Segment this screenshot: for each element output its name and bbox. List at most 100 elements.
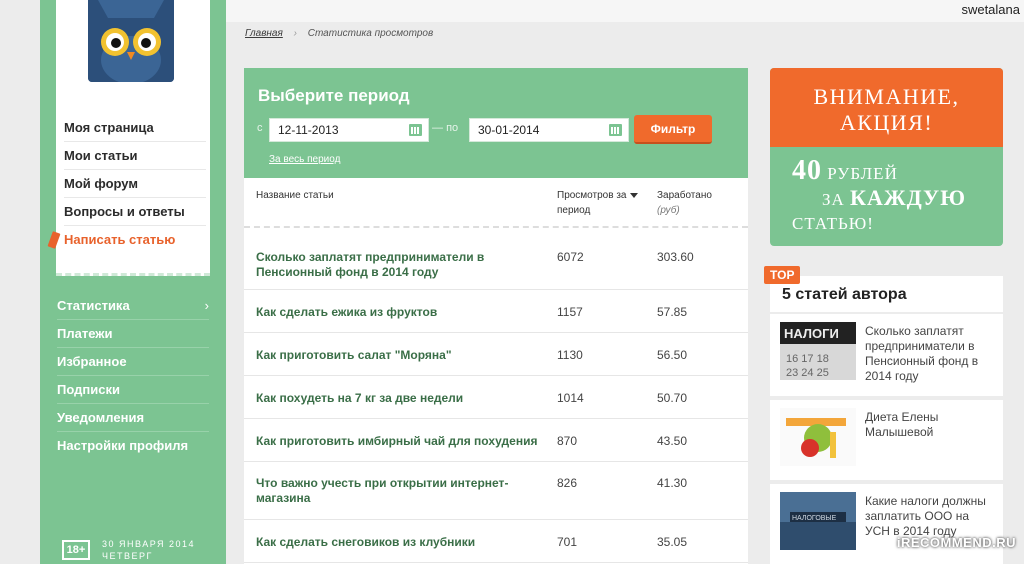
breadcrumb-current: Статистика просмотров	[307, 28, 434, 39]
date-to-value: 30-01-2014	[478, 123, 540, 137]
sidebar-item-profile-settings[interactable]: Настройки профиля	[57, 432, 209, 460]
promo-amount: 40	[792, 155, 822, 186]
all-period-link[interactable]: За весь период	[269, 154, 340, 165]
promo-offer: 40 рублей за каждую статью!	[770, 147, 1003, 236]
svg-text:23 24 25: 23 24 25	[786, 367, 829, 379]
promo-article: статью!	[792, 214, 874, 233]
earned-value: 57.85	[657, 305, 688, 319]
earned-header-line1: Заработано	[657, 190, 712, 201]
table-header: Название статьи Просмотров за период Зар…	[244, 178, 748, 228]
username[interactable]: swetalana	[961, 2, 1020, 17]
chevron-right-icon: ›	[204, 298, 209, 313]
promo-currency: рублей	[827, 164, 898, 183]
views-value: 1130	[557, 348, 583, 362]
top-article-title: Диета Елены Малышевой	[865, 410, 939, 439]
views-value: 870	[557, 434, 578, 448]
diet-fruits-image	[780, 408, 856, 466]
table-row: Что важно учесть при открытии интернет-м…	[244, 462, 748, 520]
svg-text:НАЛОГИ: НАЛОГИ	[784, 326, 839, 341]
earned-value: 50.70	[657, 391, 688, 405]
svg-text:16 17 18: 16 17 18	[786, 353, 829, 365]
age-rating-badge: 18+	[62, 540, 90, 560]
date-label: 30 января 2014	[102, 539, 196, 549]
table-row: Сколько заплатят предприниматели в Пенси…	[244, 230, 748, 290]
earned-value: 43.50	[657, 434, 688, 448]
pencil-icon	[47, 231, 61, 249]
to-label: — по	[432, 122, 459, 134]
views-value: 701	[557, 535, 578, 549]
taxes-calendar-image: НАЛОГИ 16 17 18 23 24 25	[780, 322, 856, 380]
article-title-link[interactable]: Как похудеть на 7 кг за две недели	[256, 391, 516, 406]
top-articles-widget: 5 статей автора TOP НАЛОГИ 16 17 18 23 2…	[764, 266, 1003, 564]
table-row: Как сделать снеговиков из клубники 701 3…	[244, 520, 748, 563]
avatar[interactable]	[88, 0, 174, 82]
profile-menu-questions[interactable]: Вопросы и ответы	[64, 198, 206, 226]
column-views-header[interactable]: Просмотров за период	[557, 188, 639, 218]
filter-button[interactable]: Фильтр	[634, 115, 712, 144]
breadcrumb-separator: ›	[293, 28, 297, 39]
table-row: Как похудеть на 7 кг за две недели 1014 …	[244, 376, 748, 419]
breadcrumb-home-link[interactable]: Главная	[245, 28, 283, 39]
owl-avatar-image	[88, 0, 174, 82]
article-thumbnail[interactable]: НАЛОГОВЫЕ	[780, 492, 856, 550]
calendar-icon[interactable]	[609, 124, 622, 136]
earned-value: 56.50	[657, 348, 688, 362]
table-row: Как сделать ежика из фруктов 1157 57.85	[244, 290, 748, 333]
write-article-link[interactable]: Написать статью	[47, 226, 206, 254]
article-title-link[interactable]: Как приготовить имбирный чай для похуден…	[256, 434, 546, 449]
date-from-input[interactable]: 12-11-2013	[269, 118, 429, 142]
promo-line2: акция!	[839, 110, 934, 135]
table-row: Как приготовить салат "Моряна" 1130 56.5…	[244, 333, 748, 376]
sidebar-item-favorites[interactable]: Избранное	[57, 348, 209, 376]
period-filter: Выберите период с 12-11-2013 — по 30-01-…	[244, 68, 748, 178]
tax-office-image: НАЛОГОВЫЕ	[780, 492, 856, 550]
from-label: с	[257, 122, 263, 134]
column-earned-header: Заработано (руб)	[657, 188, 712, 218]
profile-menu-my-articles[interactable]: Мои статьи	[64, 142, 206, 170]
sidebar-item-statistics[interactable]: Статистика ›	[57, 292, 209, 320]
promo-banner[interactable]: Внимание, акция! 40 рублей за каждую ста…	[770, 68, 1003, 246]
statistics-table: Сколько заплатят предприниматели в Пенси…	[244, 230, 748, 563]
promo-each: каждую	[850, 185, 966, 210]
date-from-value: 12-11-2013	[278, 123, 339, 137]
statistics-panel: Выберите период с 12-11-2013 — по 30-01-…	[244, 68, 748, 564]
promo-line1: Внимание,	[813, 84, 960, 109]
top-article-item[interactable]: НАЛОГОВЫЕ Какие налоги должны заплатить …	[770, 484, 1003, 564]
sidebar-item-subscriptions[interactable]: Подписки	[57, 376, 209, 404]
sidebar-item-payments[interactable]: Платежи	[57, 320, 209, 348]
top-bar: swetalana	[226, 0, 1024, 22]
views-value: 1157	[557, 305, 583, 319]
to-label-text: по	[446, 122, 459, 134]
article-thumbnail[interactable]: НАЛОГИ 16 17 18 23 24 25	[780, 322, 856, 380]
top-article-item[interactable]: НАЛОГИ 16 17 18 23 24 25 Сколько заплатя…	[770, 314, 1003, 396]
article-title-link[interactable]: Что важно учесть при открытии интернет-м…	[256, 476, 516, 506]
current-date: 30 января 2014 четверг	[102, 538, 195, 562]
views-header-line2: период	[557, 205, 591, 216]
sort-arrow-icon[interactable]	[630, 193, 639, 198]
date-block: 18+ 30 января 2014 четверг	[62, 538, 195, 562]
sidebar-item-label: Статистика	[57, 298, 130, 313]
period-title: Выберите период	[258, 86, 410, 105]
views-value: 826	[557, 476, 578, 490]
earned-value: 41.30	[657, 476, 688, 490]
profile-menu-my-forum[interactable]: Мой форум	[64, 170, 206, 198]
earned-value: 303.60	[657, 250, 694, 264]
sidebar-item-notifications[interactable]: Уведомления	[57, 404, 209, 432]
top-articles-title: 5 статей автора	[770, 276, 1003, 312]
views-header-line1: Просмотров за	[557, 190, 627, 201]
article-thumbnail[interactable]	[780, 408, 856, 466]
article-title-link[interactable]: Как приготовить салат "Моряна"	[256, 348, 516, 363]
profile-menu-my-page[interactable]: Моя страница	[64, 114, 206, 142]
article-title-link[interactable]: Как сделать ежика из фруктов	[256, 305, 516, 320]
column-title-header: Название статьи	[256, 190, 334, 201]
promo-za: за	[822, 190, 845, 209]
date-to-input[interactable]: 30-01-2014	[469, 118, 629, 142]
watermark: iRECOMMEND.RU	[896, 535, 1016, 550]
profile-menu: Моя страница Мои статьи Мой форум Вопрос…	[47, 114, 206, 254]
top-article-title: Сколько заплатят предприниматели в Пенси…	[865, 324, 979, 383]
calendar-icon[interactable]	[409, 124, 422, 136]
breadcrumb: Главная › Статистика просмотров	[245, 28, 433, 39]
top-article-item[interactable]: Диета Елены Малышевой	[770, 400, 1003, 480]
article-title-link[interactable]: Сколько заплатят предприниматели в Пенси…	[256, 250, 516, 280]
article-title-link[interactable]: Как сделать снеговиков из клубники	[256, 535, 516, 550]
